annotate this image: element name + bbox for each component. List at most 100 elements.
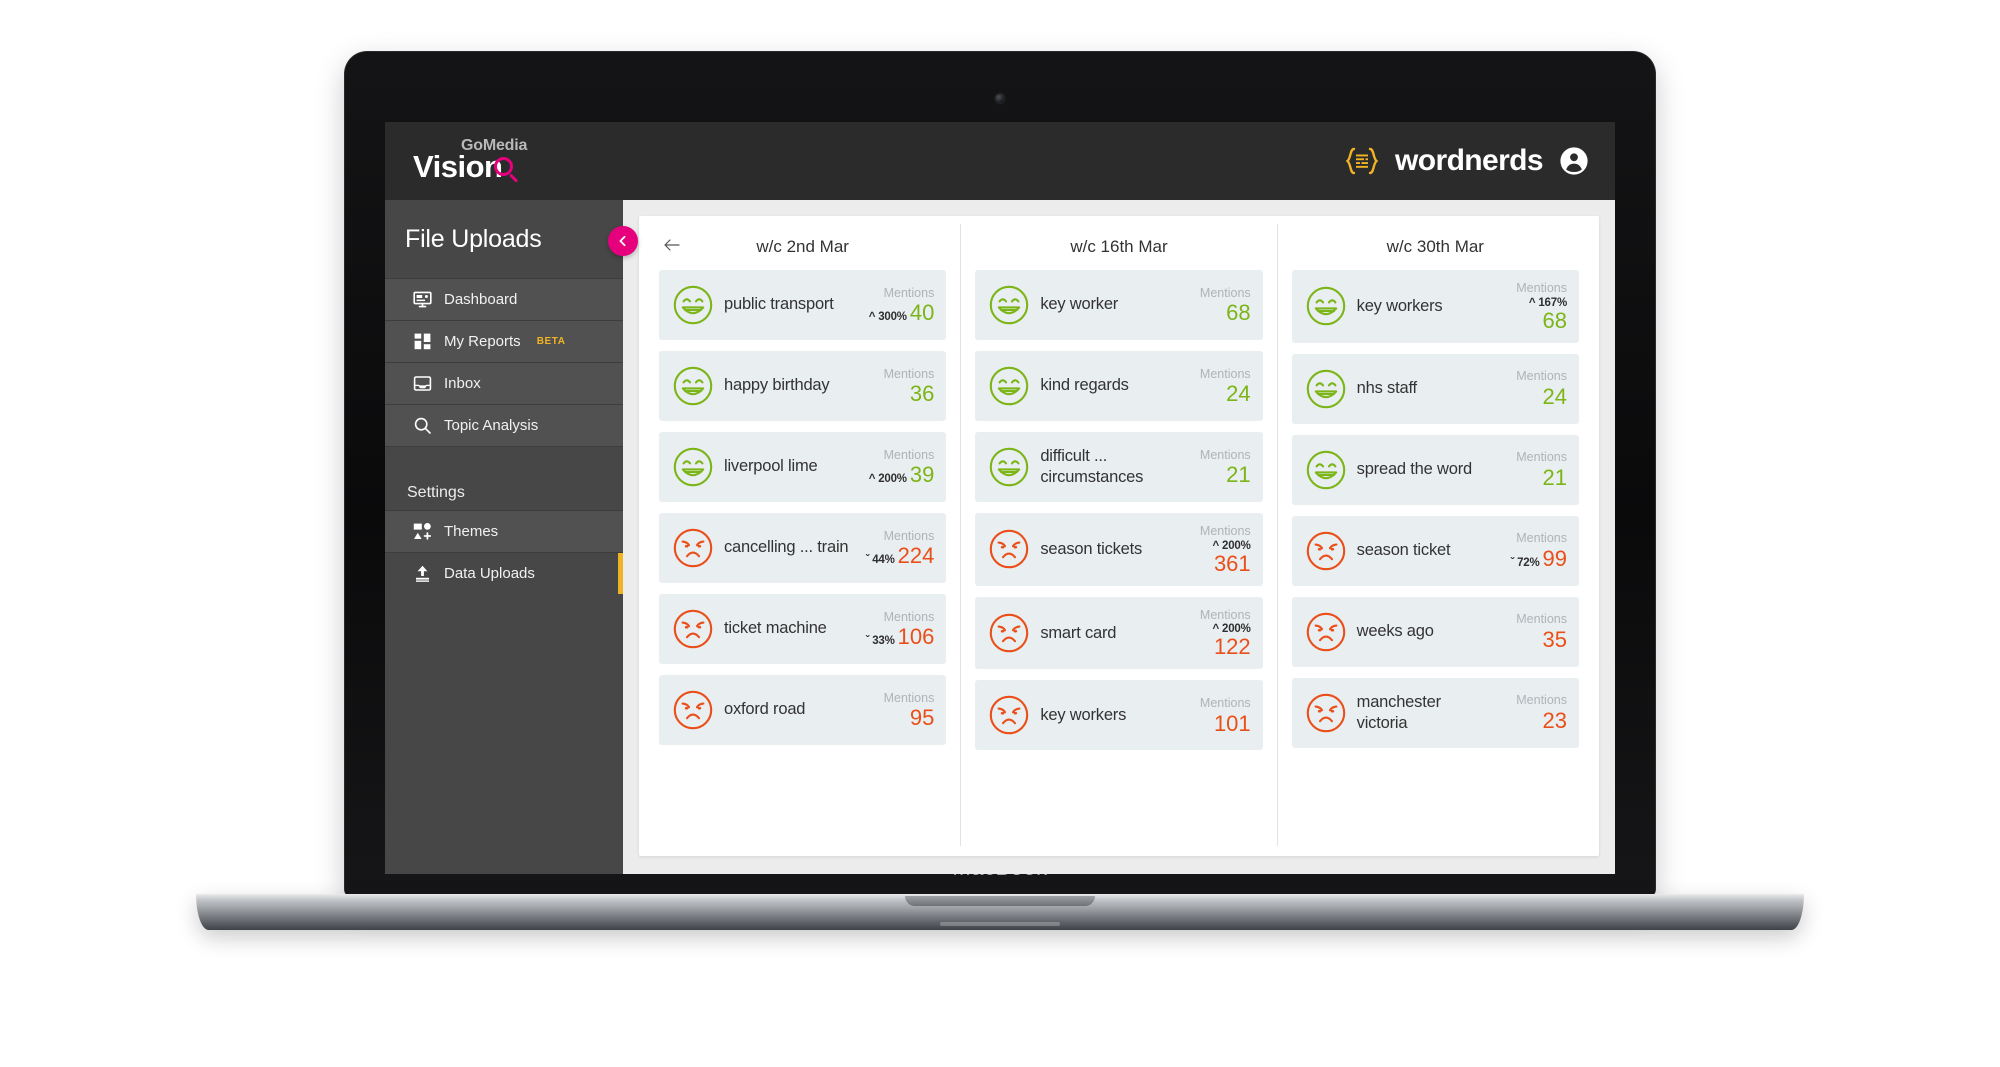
brand-right-group: wordnerds xyxy=(1345,144,1589,178)
sidebar-item-label: Themes xyxy=(444,523,499,540)
column-header: w/c 30th Mar xyxy=(1292,224,1579,270)
gomedia-vision-logo[interactable]: GoMedia Vision xyxy=(413,136,545,186)
mentions-label: Mentions xyxy=(1199,696,1251,711)
theme-term: kind regards xyxy=(1040,376,1129,395)
mentions-metric: Mentions ^ 300% 40 xyxy=(860,286,935,325)
sad-face-icon xyxy=(990,613,1029,653)
theme-card[interactable]: key workers Mentions ^ 167% 68 xyxy=(1291,270,1579,343)
happy-face-icon xyxy=(988,365,1030,407)
theme-card[interactable]: key workers Mentions 101 xyxy=(975,680,1263,751)
mentions-metric: Mentions 101 xyxy=(1177,696,1251,735)
sad-face-icon xyxy=(672,608,714,650)
sad-face-icon xyxy=(672,527,714,569)
change-percent: ^ 300% xyxy=(868,311,907,324)
mentions-label: Mentions xyxy=(1516,612,1567,627)
sidebar-item-my-reports[interactable]: My Reports BETA xyxy=(385,320,623,362)
mentions-count: 23 xyxy=(1542,707,1567,733)
mentions-metric: Mentions 24 xyxy=(1177,367,1251,406)
mentions-metric: Mentions 21 xyxy=(1177,448,1251,487)
theme-card[interactable]: ticket machine Mentions ˇ 33% 106 xyxy=(659,594,947,664)
screenshot-stage: MacBook GoMedia Vision xyxy=(0,0,2000,1067)
mentions-label: Mentions xyxy=(1516,281,1567,295)
theme-card[interactable]: season tickets Mentions ^ 200% 361 xyxy=(975,513,1263,586)
beta-badge: BETA xyxy=(536,336,566,347)
sidebar-item-label: Dashboard xyxy=(444,291,518,308)
mentions-label: Mentions xyxy=(1516,693,1567,708)
active-accent-bar xyxy=(618,553,623,594)
column-heading: w/c 16th Mar xyxy=(1070,237,1168,256)
app-body: File Uploads Dashboard My Reports BETA Inbo… xyxy=(385,200,1615,874)
theme-card[interactable]: difficult ... circumstances Mentions 21 xyxy=(975,432,1263,502)
sad-face-icon xyxy=(990,696,1029,735)
week-column: w/c 30th Mar key workers Mentions ^ 167% 68 n… xyxy=(1276,224,1593,846)
change-percent: ^ 167% xyxy=(1528,296,1567,309)
mentions-count: 122 xyxy=(1213,634,1251,660)
theme-card[interactable]: weeks ago Mentions 35 xyxy=(1291,596,1579,667)
sad-face-icon xyxy=(988,612,1030,654)
mentions-label: Mentions xyxy=(1199,524,1251,538)
happy-face-icon xyxy=(1306,287,1345,326)
theme-card[interactable]: nhs staff Mentions 24 xyxy=(1291,353,1579,424)
mentions-metric: Mentions ^ 200% 122 xyxy=(1177,608,1251,659)
sidebar-collapse-button[interactable] xyxy=(608,226,638,256)
theme-term: key workers xyxy=(1356,296,1443,315)
mentions-metric: Mentions 36 xyxy=(860,367,935,406)
theme-card[interactable]: key worker Mentions 68 xyxy=(975,270,1263,340)
mentions-label: Mentions xyxy=(1199,607,1251,622)
sidebar-item-themes[interactable]: Themes xyxy=(385,510,623,552)
sidebar-item-data-uploads[interactable]: Data Uploads xyxy=(385,552,623,594)
theme-card[interactable]: kind regards Mentions 24 xyxy=(975,351,1263,421)
mentions-metric: Mentions 21 xyxy=(1493,450,1567,489)
theme-term: oxford road xyxy=(724,700,806,719)
theme-card[interactable]: liverpool lime Mentions ^ 200% 39 xyxy=(659,432,947,502)
mentions-metric: Mentions ˇ 33% 106 xyxy=(860,610,935,650)
mentions-label: Mentions xyxy=(883,528,935,543)
happy-face-icon xyxy=(672,446,714,488)
mentions-label: Mentions xyxy=(883,447,935,462)
theme-card[interactable]: manchester victoria Mentions 23 xyxy=(1291,677,1579,748)
sad-face-icon xyxy=(988,694,1030,736)
card-list: public transport Mentions ^ 300% 40 happy bi… xyxy=(659,270,947,745)
sidebar-item-inbox[interactable]: Inbox xyxy=(385,362,623,404)
theme-term: cancelling ... train xyxy=(724,538,849,557)
sidebar-item-dashboard[interactable]: Dashboard xyxy=(385,278,623,320)
webcam-icon xyxy=(995,94,1005,103)
main-content: w/c 2nd Mar public transport Mentions ^ 300… xyxy=(623,200,1615,874)
theme-term: season ticket xyxy=(1356,541,1451,560)
mentions-count: 99 xyxy=(1542,545,1567,571)
theme-card[interactable]: happy birthday Mentions 36 xyxy=(659,351,947,421)
sidebar-item-label: Inbox xyxy=(444,375,481,392)
theme-card[interactable]: season ticket Mentions ˇ 72% 99 xyxy=(1291,515,1579,586)
dashboard-icon xyxy=(413,290,432,309)
theme-term: spread the word xyxy=(1356,460,1473,479)
theme-term: ticket machine xyxy=(724,619,827,638)
sad-face-icon xyxy=(1305,530,1347,572)
card-list: key worker Mentions 68 kind regards Mentions… xyxy=(975,270,1263,751)
happy-face-icon xyxy=(990,447,1029,487)
arrow-left-icon[interactable] xyxy=(663,237,680,257)
change-percent: ˇ 44% xyxy=(865,554,895,567)
theme-term: weeks ago xyxy=(1356,622,1434,641)
sidebar-item-label: My Reports xyxy=(444,333,521,350)
theme-card[interactable]: oxford road Mentions 95 xyxy=(659,675,947,745)
theme-card[interactable]: public transport Mentions ^ 300% 40 xyxy=(659,270,947,340)
mentions-label: Mentions xyxy=(1516,531,1567,546)
mentions-count: 21 xyxy=(1542,464,1567,490)
theme-card[interactable]: cancelling ... train Mentions ˇ 44% 224 xyxy=(659,513,947,583)
inbox-icon xyxy=(413,374,432,393)
theme-card[interactable]: smart card Mentions ^ 200% 122 xyxy=(975,596,1263,670)
sidebar-item-topic-analysis[interactable]: Topic Analysis xyxy=(385,404,623,446)
laptop-base-foot xyxy=(940,922,1060,926)
happy-face-icon xyxy=(1305,449,1347,491)
braces-lines-icon xyxy=(1345,146,1379,176)
mentions-label: Mentions xyxy=(1516,369,1567,384)
happy-face-icon xyxy=(1305,368,1347,410)
laptop-lid: MacBook GoMedia Vision xyxy=(345,52,1655,897)
theme-card[interactable]: spread the word Mentions 21 xyxy=(1291,434,1579,505)
sad-face-icon xyxy=(673,690,713,730)
mentions-metric: Mentions ˇ 44% 224 xyxy=(860,528,935,568)
mentions-count: 35 xyxy=(1542,626,1567,652)
mentions-metric: Mentions 23 xyxy=(1493,693,1567,732)
account-circle-icon[interactable] xyxy=(1559,146,1589,176)
mentions-count: 106 xyxy=(897,624,935,650)
